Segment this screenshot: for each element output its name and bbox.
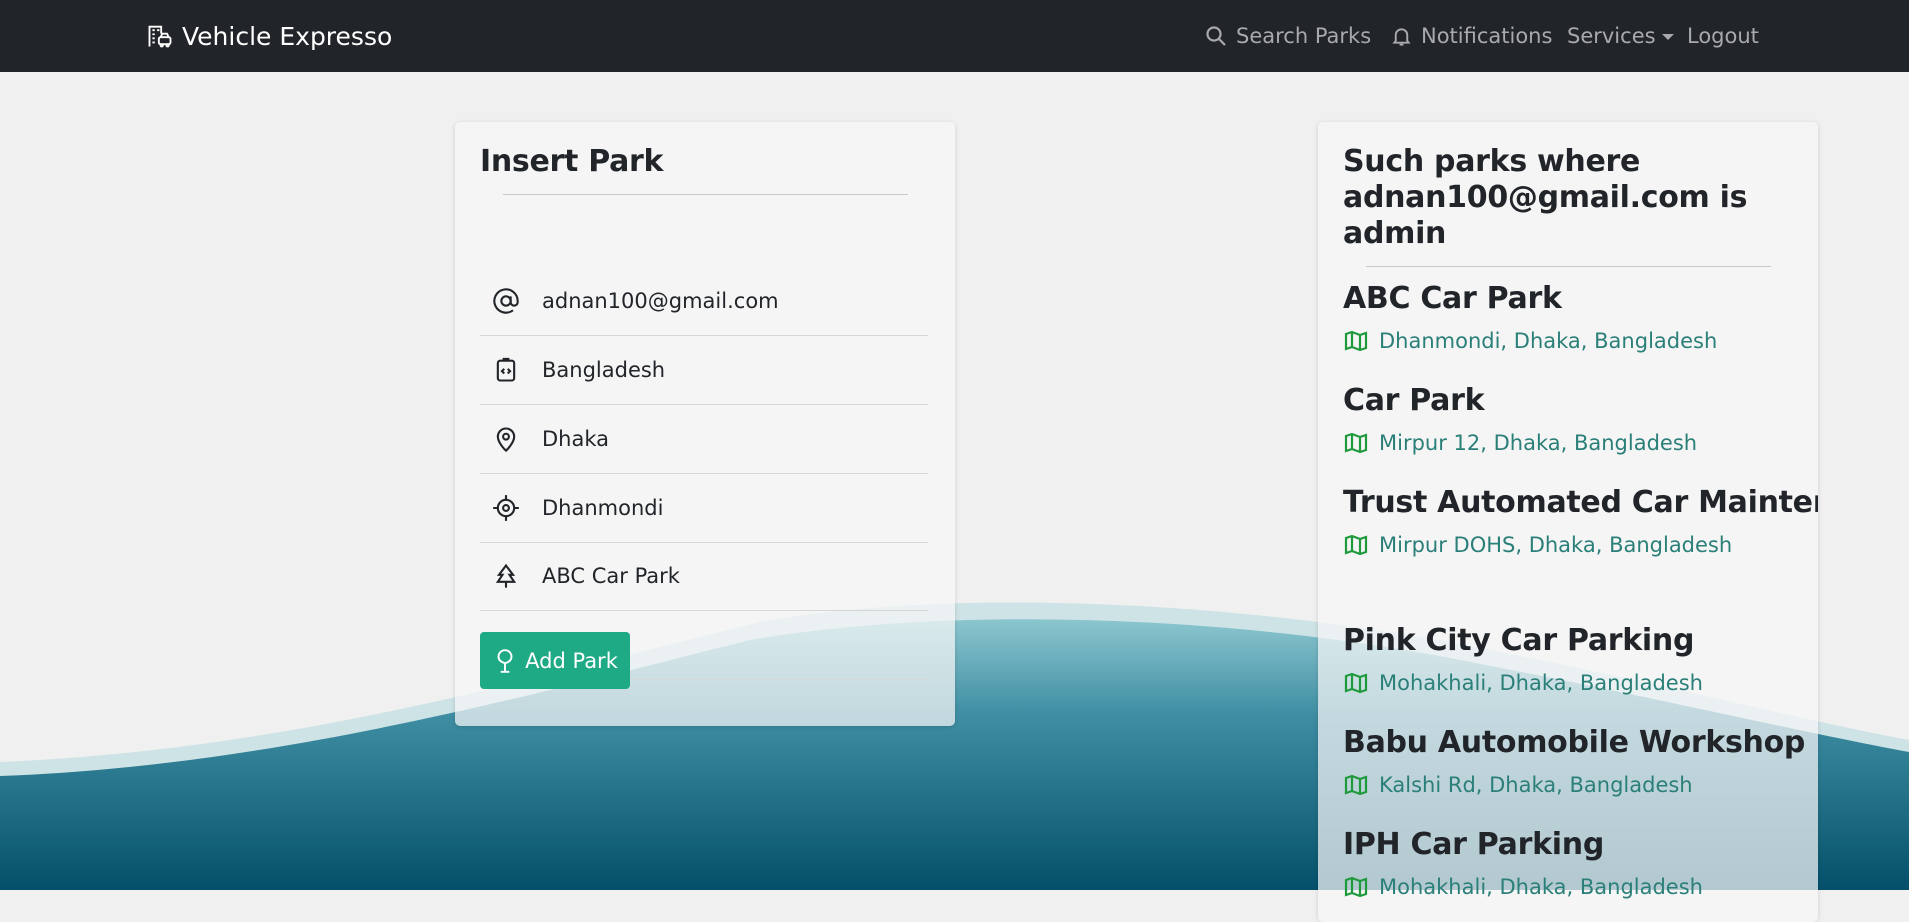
at-icon — [493, 288, 519, 314]
park-address-row: Kalshi Rd, Dhaka, Bangladesh — [1343, 773, 1813, 797]
park-address: Dhanmondi, Dhaka, Bangladesh — [1379, 329, 1718, 353]
map-icon — [1344, 534, 1368, 556]
park-address-row: Dhanmondi, Dhaka, Bangladesh — [1343, 329, 1813, 353]
crosshair-icon — [493, 495, 519, 521]
location-pin-icon — [496, 427, 516, 453]
park-address: Mohakhali, Dhaka, Bangladesh — [1379, 875, 1703, 899]
navbar: Vehicle Expresso Search Parks Notificati… — [0, 0, 1909, 72]
park-address-row: Mohakhali, Dhaka, Bangladesh — [1343, 671, 1813, 695]
brand-link[interactable]: Vehicle Expresso — [146, 0, 392, 72]
add-park-button[interactable]: Add Park — [480, 632, 630, 689]
email-field[interactable]: adnan100@gmail.com — [480, 267, 928, 336]
park-name: Trust Automated Car Maintenance Center — [1343, 485, 1818, 520]
chevron-down-icon — [1661, 34, 1674, 40]
park-name-field[interactable]: ABC Car Park — [480, 542, 928, 611]
park-name: IPH Car Parking — [1343, 827, 1604, 862]
park-list-item[interactable]: Trust Automated Car Maintenance Center Mi… — [1343, 485, 1818, 557]
park-address-row: Mirpur 12, Dhaka, Bangladesh — [1343, 431, 1813, 455]
search-icon — [1206, 26, 1226, 46]
nav-search-parks[interactable]: Search Parks — [1204, 0, 1371, 72]
map-icon — [1344, 330, 1368, 352]
park-name: Pink City Car Parking — [1343, 623, 1695, 658]
title-divider — [503, 194, 908, 195]
park-list-item[interactable]: IPH Car Parking Mohakhali, Dhaka, Banglad… — [1343, 827, 1813, 899]
nav-logout[interactable]: Logout — [1687, 0, 1759, 72]
list-divider — [1366, 266, 1771, 267]
park-name: Car Park — [1343, 383, 1485, 418]
bell-icon — [1392, 28, 1411, 46]
park-list-item[interactable]: Pink City Car Parking Mohakhali, Dhaka, B… — [1343, 623, 1813, 695]
insert-park-card: Insert Park adnan100@gmail.com Banglades… — [455, 122, 955, 726]
park-address-row: Mirpur DOHS, Dhaka, Bangladesh — [1343, 533, 1813, 557]
city-field[interactable]: Dhaka — [480, 405, 928, 474]
map-icon — [1344, 774, 1368, 796]
park-address: Mirpur 12, Dhaka, Bangladesh — [1379, 431, 1698, 455]
country-value: Bangladesh — [542, 358, 666, 382]
park-name: Babu Automobile Workshop — [1343, 725, 1806, 760]
email-value: adnan100@gmail.com — [542, 289, 779, 313]
area-value: Dhanmondi — [542, 496, 664, 520]
nav-services-label: Services — [1567, 24, 1656, 48]
area-field[interactable]: Dhanmondi — [480, 474, 928, 543]
admin-parks-title: Such parks where adnan100@gmail.com is a… — [1343, 144, 1748, 251]
map-icon — [1344, 672, 1368, 694]
park-name-value: ABC Car Park — [542, 564, 680, 588]
park-name: ABC Car Park — [1343, 281, 1562, 316]
nav-services-dropdown[interactable]: Services — [1567, 0, 1674, 72]
nav-notifications-label: Notifications — [1421, 24, 1553, 48]
park-list-item[interactable]: Car Park Mirpur 12, Dhaka, Bangladesh — [1343, 383, 1813, 455]
insert-park-title: Insert Park — [480, 144, 664, 179]
add-park-label: Add Park — [525, 648, 618, 673]
city-value: Dhaka — [542, 427, 610, 451]
brand-name: Vehicle Expresso — [182, 21, 393, 51]
tree-icon — [495, 563, 517, 588]
nav-logout-label: Logout — [1687, 24, 1759, 48]
map-icon — [1344, 432, 1368, 454]
nav-search-label: Search Parks — [1236, 24, 1372, 48]
map-icon — [1344, 876, 1368, 898]
tree-icon — [497, 648, 513, 673]
country-field[interactable]: Bangladesh — [480, 336, 928, 405]
park-list-item[interactable]: Babu Automobile Workshop Kalshi Rd, Dhaka… — [1343, 725, 1813, 797]
park-address: Kalshi Rd, Dhaka, Bangladesh — [1379, 773, 1693, 797]
park-address: Mohakhali, Dhaka, Bangladesh — [1379, 671, 1703, 695]
park-address: Mirpur DOHS, Dhaka, Bangladesh — [1379, 533, 1733, 557]
country-icon — [496, 357, 516, 382]
admin-parks-card: Such parks where adnan100@gmail.com is a… — [1318, 122, 1818, 922]
park-address-row: Mohakhali, Dhaka, Bangladesh — [1343, 875, 1813, 899]
building-car-icon — [148, 25, 172, 48]
nav-notifications[interactable]: Notifications — [1390, 0, 1552, 72]
park-list-item[interactable]: ABC Car Park Dhanmondi, Dhaka, Bangladesh — [1343, 281, 1813, 353]
